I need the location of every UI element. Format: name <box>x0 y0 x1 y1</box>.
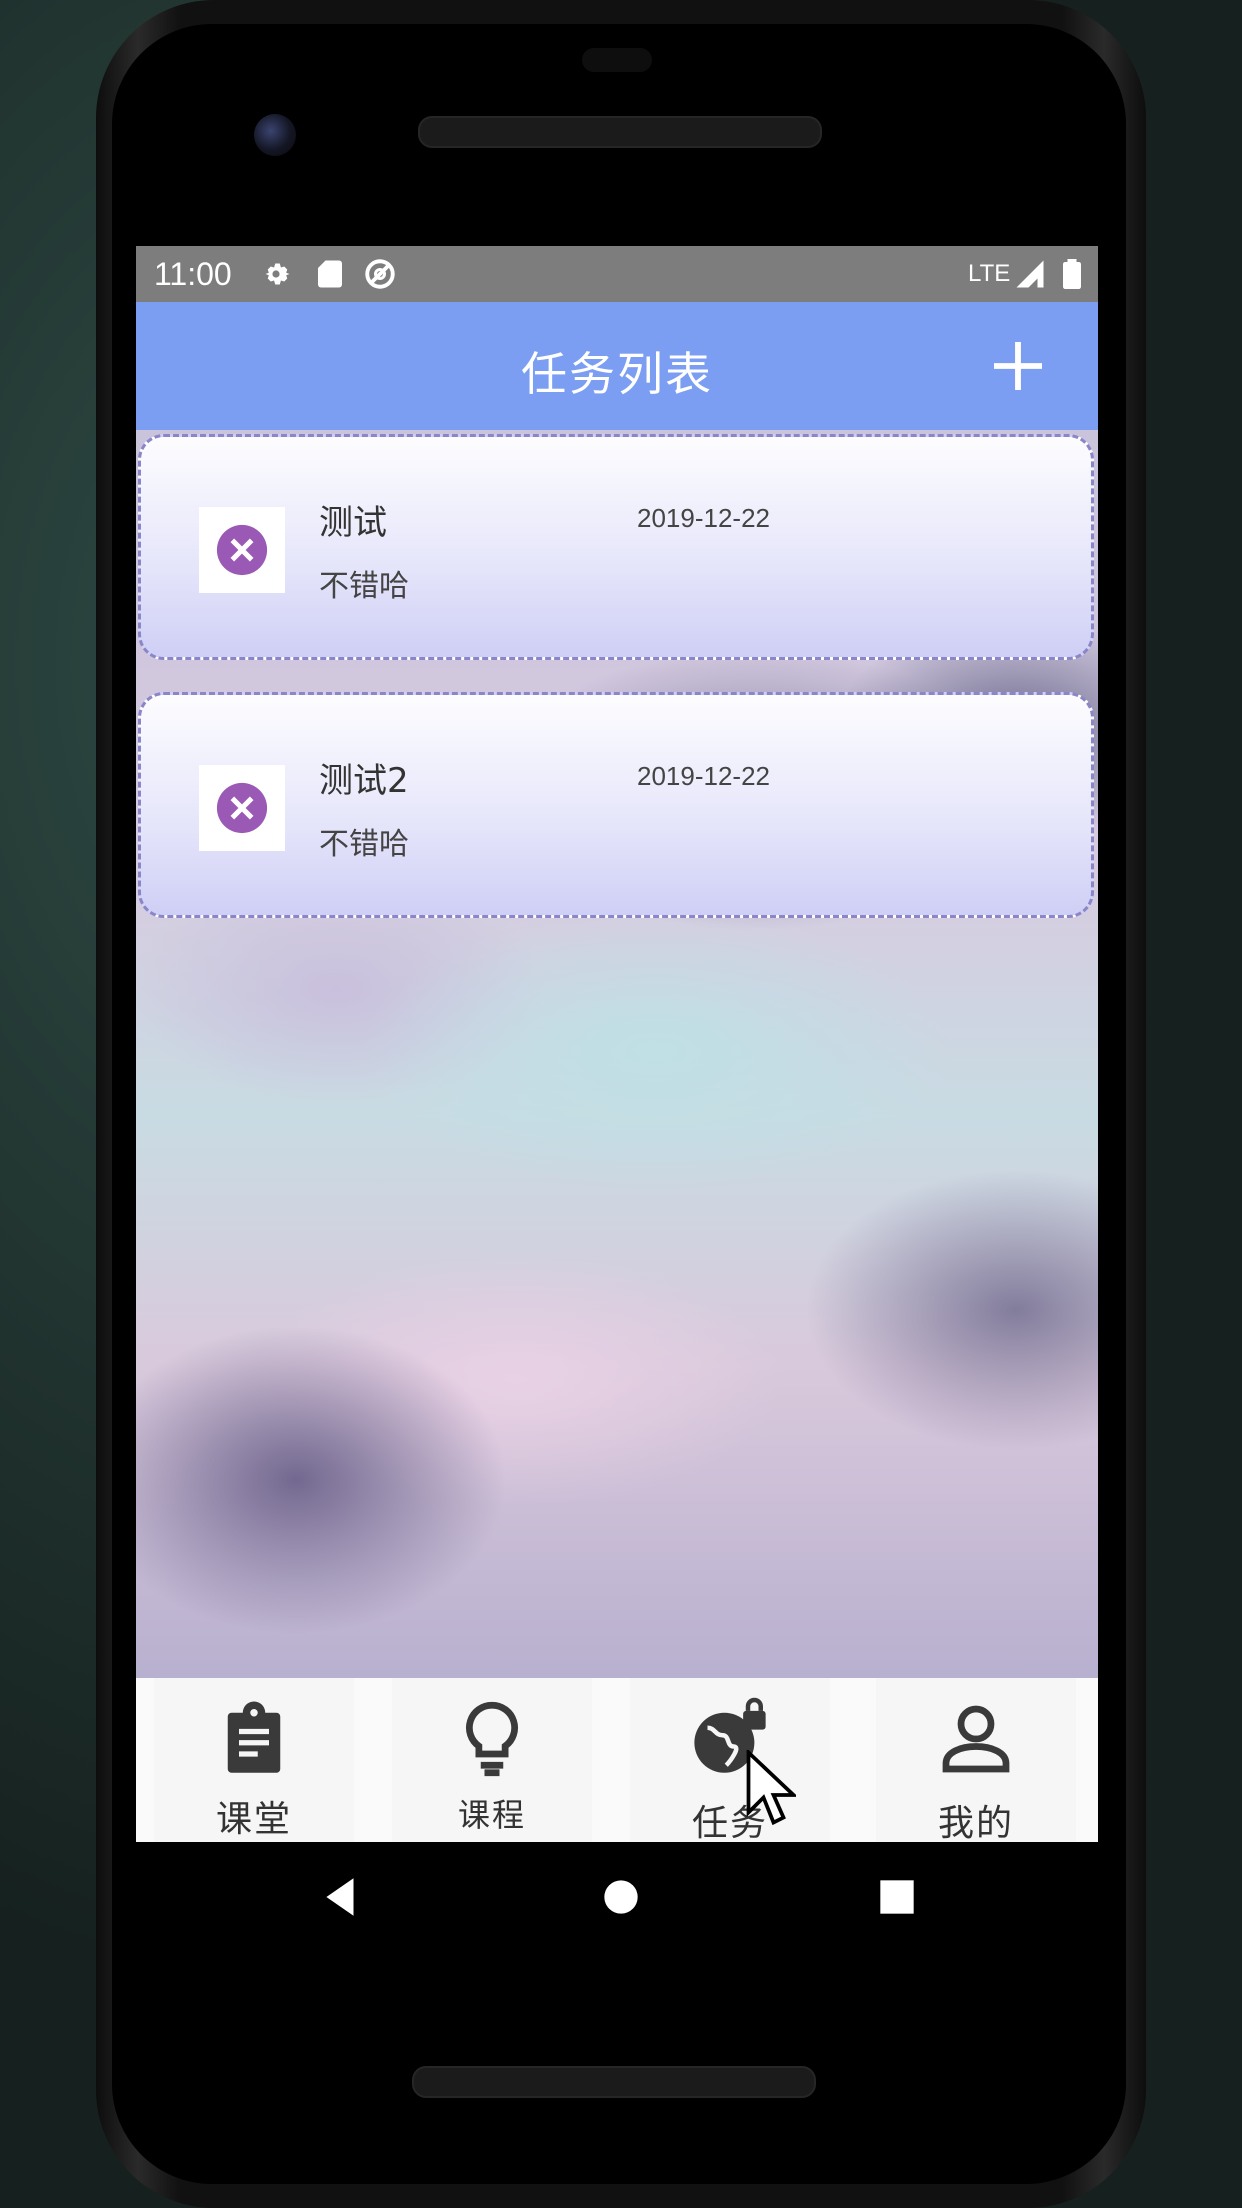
task-date: 2019-12-22 <box>637 761 770 791</box>
task-title: 测试2 <box>319 761 409 801</box>
nav-item-courses[interactable]: 课程 <box>392 1678 592 1842</box>
screen: 11:00 LTE 任务列表 测试 2019-12-22 不错哈 测试2 201… <box>136 246 1098 1842</box>
task-card[interactable]: 测试2 2019-12-22 不错哈 <box>138 692 1094 918</box>
lightbulb-icon <box>466 1701 518 1777</box>
delete-button[interactable] <box>199 765 285 851</box>
gear-icon <box>265 263 290 285</box>
nav-item-tasks[interactable]: 任务 <box>630 1678 830 1842</box>
top-speaker <box>418 116 822 148</box>
close-circle-icon <box>216 782 268 834</box>
front-camera <box>254 114 296 156</box>
delete-button[interactable] <box>199 507 285 593</box>
nav-item-classroom[interactable]: 课堂 <box>154 1678 354 1842</box>
status-time: 11:00 <box>154 256 232 292</box>
recents-icon[interactable] <box>872 1872 922 1922</box>
person-icon <box>942 1705 1010 1773</box>
bottom-nav: 课堂 课程 任务 我的 <box>136 1678 1098 1842</box>
task-date: 2019-12-22 <box>637 503 770 533</box>
lte-label: LTE <box>968 260 1011 287</box>
app-bar: 任务列表 <box>136 302 1098 430</box>
battery-icon <box>1063 259 1081 289</box>
task-description: 不错哈 <box>319 569 409 604</box>
close-circle-icon <box>216 524 268 576</box>
nav-label: 任务 <box>691 1803 768 1842</box>
earpiece <box>582 48 652 72</box>
nav-label: 我的 <box>937 1803 1014 1842</box>
bottom-speaker <box>412 2066 816 2098</box>
task-card[interactable]: 测试 2019-12-22 不错哈 <box>138 434 1094 660</box>
status-bar: 11:00 LTE <box>136 246 1098 302</box>
mouse-cursor-icon <box>746 1750 796 1826</box>
nav-label: 课堂 <box>215 1799 292 1840</box>
plus-icon[interactable] <box>986 334 1050 398</box>
page-title: 任务列表 <box>521 347 713 401</box>
home-icon[interactable] <box>596 1872 646 1922</box>
task-description: 不错哈 <box>319 827 409 862</box>
system-nav <box>136 1842 1098 1952</box>
signal-icon <box>1016 260 1044 288</box>
back-icon[interactable] <box>316 1872 366 1922</box>
clipboard-icon <box>227 1701 281 1773</box>
task-title: 测试 <box>319 503 387 543</box>
data-saver-icon <box>365 259 395 289</box>
nav-item-mine[interactable]: 我的 <box>876 1678 1076 1842</box>
sd-card-icon <box>318 260 342 288</box>
nav-label: 课程 <box>457 1796 526 1834</box>
task-list: 测试 2019-12-22 不错哈 测试2 2019-12-22 不错哈 <box>136 430 1098 1678</box>
